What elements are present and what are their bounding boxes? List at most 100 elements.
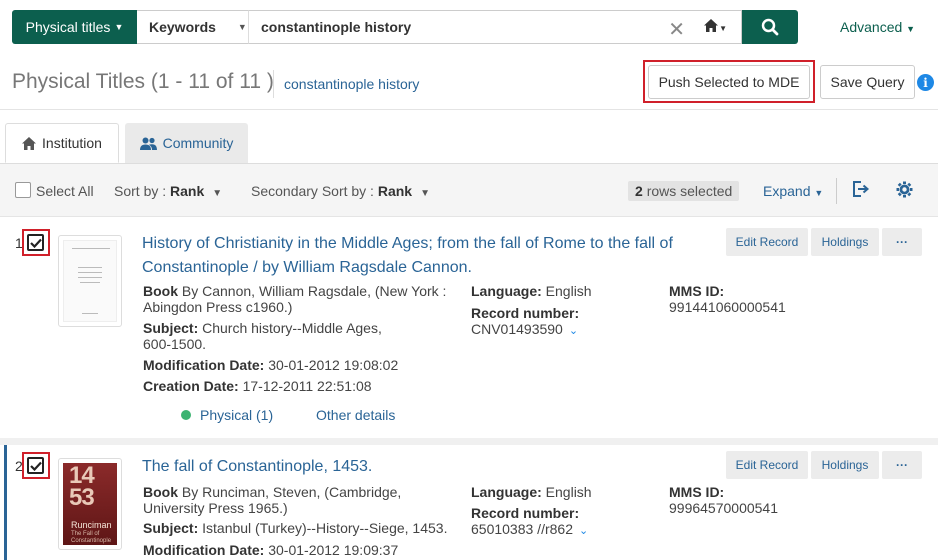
modification-date-label: Modification Date: (143, 357, 265, 373)
modification-date: Modification Date: 30-01-2012 19:09:37 (143, 542, 398, 558)
rows-selected-badge: 2 rows selected (628, 181, 740, 201)
search-field-dropdown[interactable]: Keywords ▼ (137, 10, 249, 44)
modification-date: Modification Date: 30-01-2012 19:08:02 (143, 357, 398, 373)
select-all-label[interactable]: Select All (36, 183, 94, 199)
checkmark-icon (29, 238, 42, 248)
caret-down-icon: ▼ (906, 24, 916, 34)
search-button[interactable] (742, 10, 798, 44)
sort-by-dropdown[interactable]: Sort by : Rank ▼ (114, 183, 222, 199)
info-icon[interactable]: i (917, 74, 934, 91)
more-actions-button[interactable]: ··· (882, 228, 922, 256)
result-checkbox[interactable] (27, 234, 44, 251)
mms-id-value: 991441060000541 (669, 299, 786, 315)
rows-selected-count: 2 (635, 183, 643, 199)
language-value: English (545, 484, 592, 500)
divider (273, 70, 274, 98)
language-label: Language: (471, 484, 542, 500)
subject-info: Subject: Istanbul (Turkey)--History--Sie… (143, 520, 463, 536)
page-title: Physical Titles (1 - 11 of 11 ) (12, 70, 274, 93)
search-input[interactable]: constantinople history ✕ ▼ (249, 10, 742, 44)
search-field-label: Keywords (149, 19, 216, 35)
advanced-search-link[interactable]: Advanced ▼ (840, 19, 915, 35)
language-value: English (545, 283, 592, 299)
other-details-link[interactable]: Other details (316, 407, 395, 423)
secondary-sort-value: Rank (377, 183, 413, 199)
record-number-info: Record number: CNV01493590 ⌄ (471, 305, 579, 339)
home-scope-dropdown[interactable]: ▼ (704, 18, 727, 35)
book-cover-thumbnail[interactable] (58, 235, 122, 327)
record-number-info: Record number: 65010383 //r862 ⌄ (471, 505, 588, 539)
creation-date-value: 17-12-2011 22:51:08 (242, 378, 372, 394)
search-bar: Physical titles ▼ Keywords ▼ constantino… (12, 10, 798, 44)
result-checkbox[interactable] (27, 457, 44, 474)
book-info: Book By Cannon, William Ragsdale, (New Y… (143, 283, 453, 315)
edit-record-button[interactable]: Edit Record (726, 228, 808, 256)
divider (0, 109, 938, 110)
community-icon (139, 137, 157, 150)
caret-down-icon: ▼ (114, 22, 124, 32)
expand-dropdown[interactable]: Expand ▼ (763, 183, 823, 199)
export-icon[interactable] (852, 180, 870, 201)
secondary-sort-label: Secondary Sort by : (251, 183, 374, 199)
subject-info: Subject: Church history--Middle Ages, 60… (143, 320, 453, 352)
cover-author-text: Runciman (71, 520, 112, 530)
subject-label: Subject: (143, 320, 199, 336)
result-title-link[interactable]: The fall of Constantinople, 1453. (142, 455, 712, 479)
double-chevron-icon[interactable]: ⌄ (569, 325, 578, 337)
tab-institution-label: Institution (42, 135, 102, 151)
book-publisher: University Press 1965.) (143, 500, 288, 516)
divider (836, 178, 837, 204)
book-type-label: Book (143, 484, 178, 500)
modification-date-value: 30-01-2012 19:09:37 (268, 542, 399, 558)
more-actions-button[interactable]: ··· (882, 451, 922, 479)
highlight-box (643, 60, 815, 103)
search-scope-label: Physical titles (25, 19, 111, 35)
rows-selected-text: rows selected (646, 183, 733, 199)
subject-value: Istanbul (Turkey)--History--Siege, 1453. (202, 520, 448, 536)
physical-availability-link[interactable]: Physical (1) (200, 407, 273, 423)
modification-date-label: Modification Date: (143, 542, 265, 558)
sort-by-label: Sort by : (114, 183, 167, 199)
home-icon (704, 19, 719, 32)
cover-title-text: 14 53 (69, 463, 95, 511)
mms-id-info: MMS ID: 99964570000541 (669, 484, 778, 516)
gear-icon[interactable] (896, 181, 913, 201)
modification-date-value: 30-01-2012 19:08:02 (268, 357, 399, 373)
save-query-button[interactable]: Save Query (820, 65, 915, 99)
search-icon (761, 18, 779, 36)
tab-institution[interactable]: Institution (5, 123, 119, 163)
creation-date: Creation Date: 17-12-2011 22:51:08 (143, 378, 372, 394)
creation-date-label: Creation Date: (143, 378, 239, 394)
book-creator: By Runciman, Steven, (Cambridge, (181, 484, 402, 500)
mms-id-value: 99964570000541 (669, 500, 779, 516)
caret-down-icon: ▼ (212, 188, 223, 199)
book-cover-image (63, 240, 117, 322)
institution-icon (22, 136, 37, 150)
mms-id-label: MMS ID: (669, 283, 725, 299)
subject-value: Church history--Middle Ages, (202, 320, 382, 336)
record-number-value: 65010383 //r862 (471, 521, 573, 537)
availability-dot-icon (181, 410, 191, 420)
divider (0, 438, 938, 445)
caret-down-icon: ▼ (814, 188, 824, 198)
holdings-button[interactable]: Holdings (811, 451, 879, 479)
record-number-label: Record number: (471, 305, 580, 321)
secondary-sort-dropdown[interactable]: Secondary Sort by : Rank ▼ (251, 183, 430, 199)
book-cover-thumbnail[interactable]: 14 53 Runciman The Fall of Constantinopl… (58, 458, 122, 550)
divider (0, 216, 938, 217)
book-creator: By Cannon, William Ragsdale, (New York : (181, 283, 447, 299)
clear-icon[interactable]: ✕ (668, 17, 685, 42)
tab-community[interactable]: Community (125, 123, 248, 163)
holdings-button[interactable]: Holdings (811, 228, 879, 256)
mms-id-label: MMS ID: (669, 484, 725, 500)
subject-label: Subject: (143, 520, 199, 536)
result-title-link[interactable]: History of Christianity in the Middle Ag… (142, 232, 712, 280)
select-all-checkbox[interactable] (15, 182, 31, 198)
book-publisher: Abingdon Press c1960.) (143, 299, 293, 315)
query-link[interactable]: constantinople history (284, 76, 419, 92)
language-label: Language: (471, 283, 542, 299)
double-chevron-icon[interactable]: ⌄ (579, 525, 588, 537)
record-number-value: CNV01493590 (471, 321, 563, 337)
edit-record-button[interactable]: Edit Record (726, 451, 808, 479)
search-scope-dropdown[interactable]: Physical titles ▼ (12, 10, 137, 44)
